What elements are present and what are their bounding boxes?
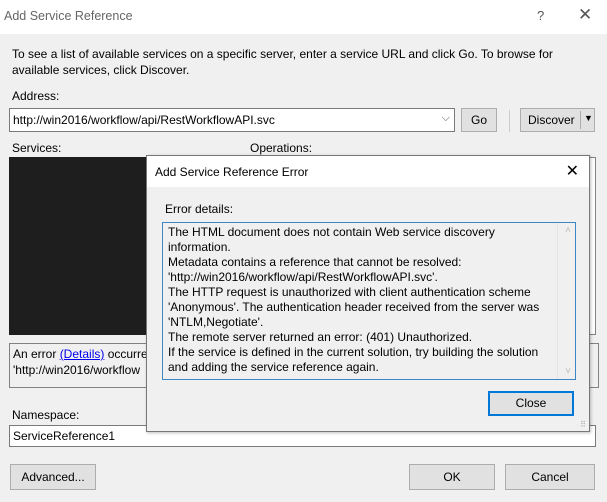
address-combobox[interactable]: http://win2016/workflow/api/RestWorkflow… xyxy=(9,108,455,132)
namespace-value: ServiceReference1 xyxy=(13,429,116,443)
scroll-up-icon[interactable]: ˄ xyxy=(565,225,571,236)
chevron-down-icon[interactable]: ⌵ xyxy=(442,112,450,125)
title-bar: Add Service Reference ? ✕ xyxy=(0,0,607,34)
split-divider xyxy=(580,111,581,129)
services-tree[interactable] xyxy=(9,157,149,335)
advanced-button[interactable]: Advanced... xyxy=(10,464,96,490)
error-dialog-title: Add Service Reference Error xyxy=(155,165,309,179)
discover-button[interactable]: Discover xyxy=(528,113,575,127)
address-label: Address: xyxy=(12,89,60,103)
address-value: http://win2016/workflow/api/RestWorkflow… xyxy=(13,113,275,127)
error-dialog: Add Service Reference Error ✕ Error deta… xyxy=(146,155,590,432)
toolbar-separator xyxy=(509,110,510,132)
cancel-button[interactable]: Cancel xyxy=(505,464,595,490)
error-details-label: Error details: xyxy=(165,202,234,216)
close-icon[interactable]: ✕ xyxy=(566,161,579,181)
namespace-label: Namespace: xyxy=(12,408,80,422)
details-link[interactable]: (Details) xyxy=(60,347,105,361)
operations-label: Operations: xyxy=(250,141,313,155)
intro-text: To see a list of available services on a… xyxy=(12,47,553,77)
scroll-down-icon[interactable]: ˅ xyxy=(565,366,571,377)
error-details-textbox[interactable]: The HTML document does not contain Web s… xyxy=(162,222,576,380)
close-button[interactable]: Close xyxy=(488,391,574,416)
ok-button[interactable]: OK xyxy=(409,464,495,490)
scrollbar[interactable] xyxy=(557,223,575,379)
error-dialog-title-bar: Add Service Reference Error ✕ xyxy=(147,156,589,187)
error-prefix: An error xyxy=(13,347,60,361)
discover-split-button[interactable]: Discover ▼ xyxy=(520,108,595,132)
window-title: Add Service Reference xyxy=(4,9,133,23)
window-close-icon[interactable]: ✕ xyxy=(578,5,592,25)
error-details-text: The HTML document does not contain Web s… xyxy=(168,225,540,374)
services-label: Services: xyxy=(12,141,62,155)
go-button[interactable]: Go xyxy=(461,108,497,132)
error-url: 'http://win2016/workflow xyxy=(13,363,141,377)
help-button[interactable]: ? xyxy=(537,8,544,23)
dropdown-arrow-icon[interactable]: ▼ xyxy=(584,113,593,123)
resize-grip-icon[interactable]: ⠿ xyxy=(580,420,586,429)
